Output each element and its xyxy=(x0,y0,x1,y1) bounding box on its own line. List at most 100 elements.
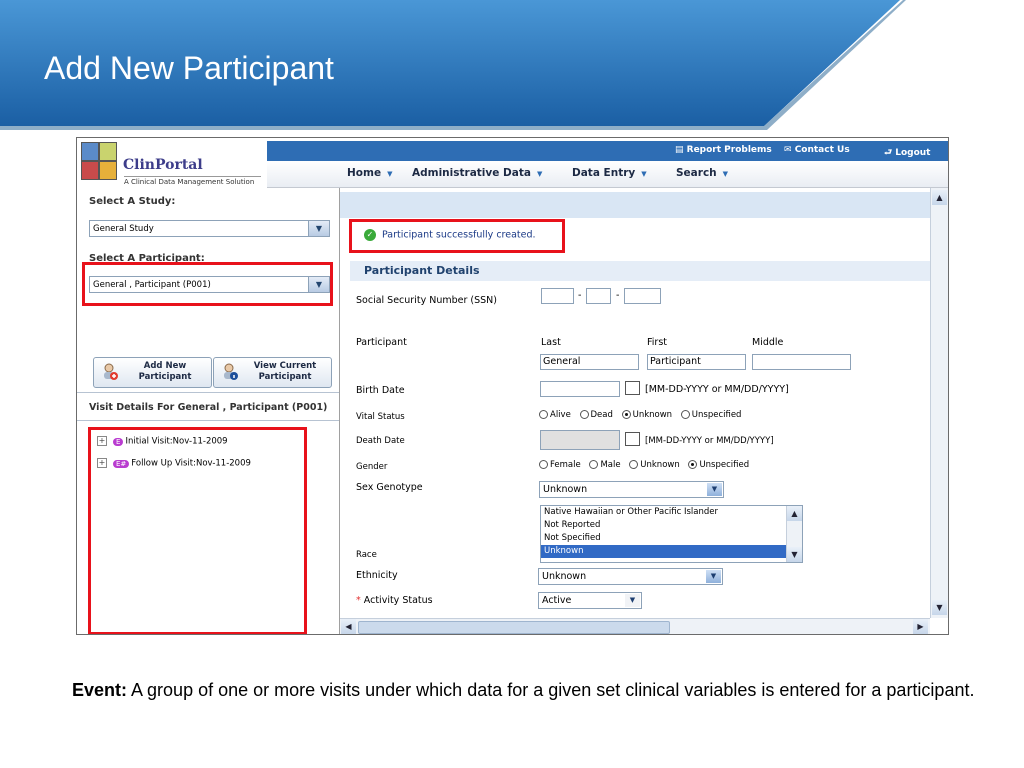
chevron-down-icon: ▼ xyxy=(387,170,393,178)
death-date-label: Death Date xyxy=(356,436,405,446)
radio-selected-icon xyxy=(688,460,698,469)
death-date-hint: [MM-DD-YYYY or MM/DD/YYYY] xyxy=(645,436,774,446)
ssn-separator: - xyxy=(616,290,620,301)
study-heading: Select A Study: xyxy=(89,196,176,207)
ssn-part-1-input[interactable] xyxy=(541,288,574,304)
scroll-up-icon[interactable]: ▲ xyxy=(932,190,947,205)
app-logo-tagline: A Clinical Data Management Solution xyxy=(124,176,261,186)
radio-label: Dead xyxy=(590,410,613,420)
report-problems-link[interactable]: ▤ Report Problems xyxy=(675,145,772,155)
race-option-selected[interactable]: Unknown xyxy=(541,545,786,558)
mail-icon: ✉ xyxy=(784,145,795,155)
scroll-down-icon[interactable]: ▼ xyxy=(932,600,947,615)
main-menu: Home ▼ Administrative Data ▼ Data Entry ▼ S… xyxy=(267,161,948,188)
required-marker: * xyxy=(356,595,361,606)
birth-date-label: Birth Date xyxy=(356,385,405,396)
menu-search-label: Search xyxy=(676,167,717,179)
race-option[interactable]: Not Specified xyxy=(541,532,786,545)
menu-administrative-data[interactable]: Administrative Data ▼ xyxy=(412,167,542,179)
ethnicity-value: Unknown xyxy=(542,571,587,582)
chart-icon xyxy=(99,161,117,180)
horizontal-scrollbar[interactable]: ◀ ▶ xyxy=(340,618,930,634)
radio-icon xyxy=(539,460,548,469)
view-current-participant-button[interactable]: View Current Participant xyxy=(213,357,332,388)
gender-male-radio[interactable]: Male xyxy=(589,460,621,470)
ethnicity-label: Ethnicity xyxy=(356,570,398,581)
app-screenshot: ClinPortal A Clinical Data Management So… xyxy=(76,137,949,635)
caption-text: A group of one or more visits under whic… xyxy=(127,680,975,700)
death-date-input[interactable] xyxy=(540,430,620,450)
highlight-visit-tree xyxy=(88,427,307,634)
menu-search[interactable]: Search ▼ xyxy=(676,167,728,179)
radio-icon xyxy=(539,410,548,419)
add-new-participant-button[interactable]: Add New Participant xyxy=(93,357,212,388)
first-name-header: First xyxy=(647,337,667,348)
radio-label: Female xyxy=(550,460,581,470)
gender-unknown-radio[interactable]: Unknown xyxy=(629,460,680,470)
ssn-part-3-input[interactable] xyxy=(624,288,661,304)
study-select-value: General Study xyxy=(93,224,154,234)
race-option[interactable]: Native Hawaiian or Other Pacific Islande… xyxy=(541,506,786,519)
calendar-icon[interactable] xyxy=(625,381,640,395)
user-icon xyxy=(81,142,99,161)
race-scrollbar[interactable]: ▲ ▼ xyxy=(786,506,802,562)
middle-name-header: Middle xyxy=(752,337,784,348)
sex-genotype-select[interactable]: Unknown ▼ xyxy=(539,481,724,498)
gender-unspecified-radio[interactable]: Unspecified xyxy=(688,460,749,470)
first-name-input[interactable]: Participant xyxy=(647,354,746,370)
chevron-down-icon: ▼ xyxy=(641,170,647,178)
study-select[interactable]: General Study ▼ xyxy=(89,220,330,237)
vertical-scrollbar[interactable]: ▲ ▼ xyxy=(930,188,948,618)
race-option[interactable]: Not Reported xyxy=(541,519,786,532)
radio-label: Unknown xyxy=(640,460,680,470)
logout-link[interactable]: ⮐ Logout xyxy=(884,145,931,161)
scroll-right-icon[interactable]: ▶ xyxy=(913,619,928,634)
ssn-part-2-input[interactable] xyxy=(586,288,611,304)
menu-data-entry[interactable]: Data Entry ▼ xyxy=(572,167,647,179)
add-new-participant-label: Add New Participant xyxy=(138,361,192,382)
last-name-input[interactable]: General xyxy=(540,354,639,370)
scroll-left-icon[interactable]: ◀ xyxy=(341,619,356,634)
report-icon: ▤ xyxy=(675,145,687,155)
radio-icon xyxy=(579,410,589,419)
calendar-icon[interactable] xyxy=(625,432,640,446)
chevron-down-icon[interactable]: ▼ xyxy=(706,570,721,583)
scroll-thumb[interactable] xyxy=(358,621,670,634)
scroll-up-icon[interactable]: ▲ xyxy=(787,506,802,521)
vital-alive-radio[interactable]: Alive xyxy=(539,410,571,420)
form-top-strip xyxy=(340,192,930,218)
ssn-label: Social Security Number (SSN) xyxy=(356,295,497,306)
ssn-separator: - xyxy=(578,290,582,301)
chevron-down-icon[interactable]: ▼ xyxy=(625,594,640,607)
highlight-success-message xyxy=(349,219,565,253)
radio-selected-icon xyxy=(621,410,631,419)
chevron-down-icon: ▼ xyxy=(722,170,729,178)
divider xyxy=(77,420,339,421)
vital-unknown-radio[interactable]: Unknown xyxy=(621,410,673,420)
participant-details-heading: Participant Details xyxy=(350,261,930,281)
race-listbox[interactable]: Native Hawaiian or Other Pacific Islande… xyxy=(540,505,803,563)
vital-status-radios: Alive Dead Unknown Unspecified xyxy=(539,410,747,420)
last-name-header: Last xyxy=(541,337,561,348)
radio-label: Unknown xyxy=(632,410,673,420)
menu-home[interactable]: Home ▼ xyxy=(347,167,392,179)
vital-dead-radio[interactable]: Dead xyxy=(579,410,613,420)
contact-us-link[interactable]: ✉ Contact Us xyxy=(784,145,850,155)
gender-female-radio[interactable]: Female xyxy=(539,460,581,470)
vital-status-label: Vital Status xyxy=(356,412,405,422)
chevron-down-icon[interactable]: ▼ xyxy=(707,483,722,496)
activity-status-select[interactable]: Active ▼ xyxy=(538,592,642,609)
middle-name-input[interactable] xyxy=(752,354,851,370)
app-logo-icons xyxy=(81,142,117,182)
visit-details-heading: Visit Details For General , Participant … xyxy=(89,402,328,413)
radio-label: Unspecified xyxy=(691,410,742,420)
birth-date-input[interactable] xyxy=(540,381,620,397)
caption-term: Event: xyxy=(72,680,128,700)
scroll-down-icon[interactable]: ▼ xyxy=(787,547,802,562)
divider xyxy=(77,392,339,393)
vital-unspecified-radio[interactable]: Unspecified xyxy=(680,410,742,420)
chevron-down-icon[interactable]: ▼ xyxy=(308,221,329,236)
ethnicity-select[interactable]: Unknown ▼ xyxy=(538,568,723,585)
user-info-icon xyxy=(224,363,238,380)
contact-us-label: Contact Us xyxy=(794,145,850,155)
